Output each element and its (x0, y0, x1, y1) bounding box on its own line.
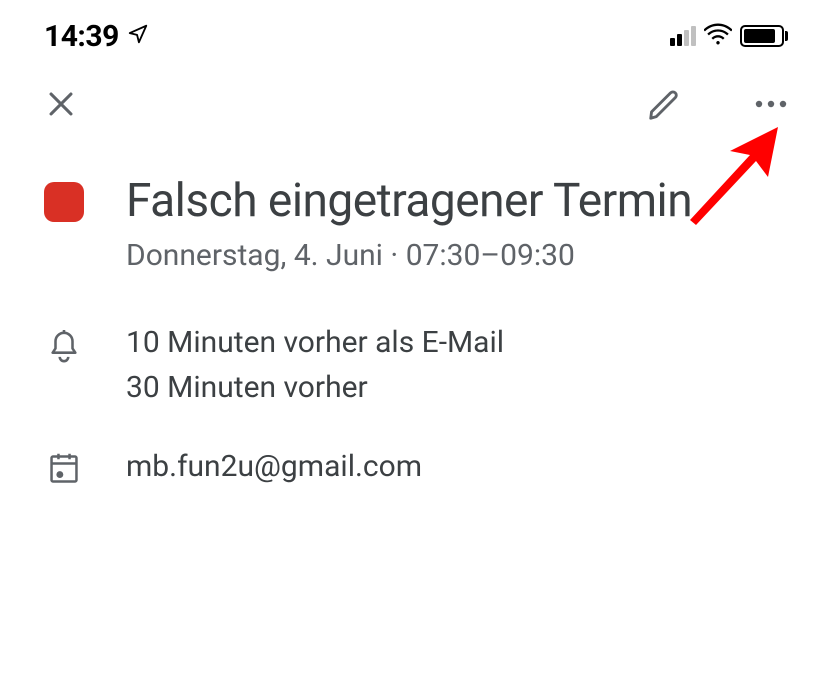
event-detail: Falsch eingetragener Termin Donnerstag, … (0, 144, 828, 487)
status-time: 14:39 (44, 19, 119, 54)
event-title: Falsch eingetragener Termin (126, 174, 692, 228)
reminder-item: 30 Minuten vorher (126, 370, 504, 405)
event-datetime: Donnerstag, 4. Juni · 07:30–09:30 (126, 238, 784, 273)
calendar-icon (44, 449, 84, 487)
toolbar (0, 64, 828, 144)
edit-button[interactable] (646, 85, 684, 123)
status-right (670, 23, 788, 49)
status-left: 14:39 (44, 19, 149, 54)
more-button[interactable] (754, 99, 788, 109)
location-icon (127, 23, 149, 49)
event-title-row: Falsch eingetragener Termin (44, 174, 784, 228)
event-color-badge (44, 182, 84, 222)
reminders-row: 10 Minuten vorher als E-Mail 30 Minuten … (44, 325, 784, 405)
close-button[interactable] (44, 87, 78, 121)
bell-icon (44, 325, 84, 367)
status-bar: 14:39 (0, 0, 828, 64)
calendar-row: mb.fun2u@gmail.com (44, 449, 784, 487)
signal-icon (670, 26, 696, 46)
battery-icon (740, 25, 788, 47)
reminder-item: 10 Minuten vorher als E-Mail (126, 325, 504, 360)
calendar-account: mb.fun2u@gmail.com (126, 449, 422, 484)
wifi-icon (704, 23, 732, 49)
